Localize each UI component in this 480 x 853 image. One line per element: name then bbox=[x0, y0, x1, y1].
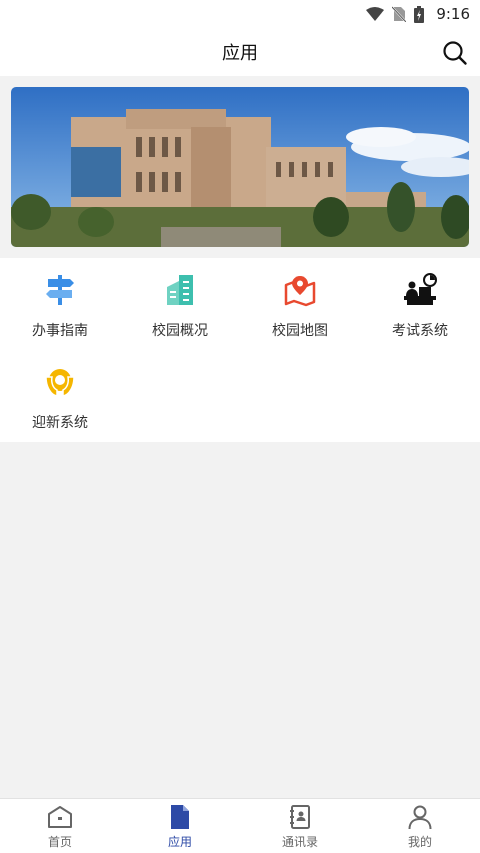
bottom-tab-bar: 首页 应用 通讯录 我的 bbox=[0, 798, 480, 853]
building-icon bbox=[167, 275, 193, 305]
exam-desk-icon bbox=[404, 273, 437, 305]
search-icon[interactable] bbox=[442, 40, 468, 66]
document-icon bbox=[171, 805, 189, 829]
status-time: 9:16 bbox=[436, 5, 470, 23]
tab-label: 应用 bbox=[167, 835, 192, 849]
tab-label: 通讯录 bbox=[281, 835, 318, 849]
tab-contacts[interactable]: 通讯录 bbox=[240, 799, 360, 853]
tab-home[interactable]: 首页 bbox=[0, 799, 120, 853]
welcome-hands-icon bbox=[45, 369, 75, 397]
tab-label: 首页 bbox=[47, 835, 72, 849]
tab-apps[interactable]: 应用 bbox=[120, 799, 240, 853]
app-label: 校园概况 bbox=[152, 323, 208, 339]
app-label: 校园地图 bbox=[272, 323, 328, 339]
app-item-campus-overview[interactable]: 校园概况 bbox=[120, 258, 240, 348]
contacts-book-icon bbox=[290, 805, 310, 829]
page-title: 应用 bbox=[222, 43, 258, 64]
campus-banner-image[interactable] bbox=[11, 87, 469, 247]
app-label: 考试系统 bbox=[392, 323, 448, 339]
map-pin-icon bbox=[284, 276, 316, 307]
home-icon bbox=[48, 806, 72, 828]
app-label: 迎新系统 bbox=[32, 415, 88, 431]
tab-label: 我的 bbox=[407, 835, 432, 849]
app-label: 办事指南 bbox=[32, 323, 88, 339]
battery-charging-icon bbox=[414, 5, 425, 23]
app-item-guide[interactable]: 办事指南 bbox=[0, 258, 120, 348]
app-bar: 应用 bbox=[0, 28, 480, 76]
app-grid: 办事指南 校园概况 校园地图 考试系统 迎新系统 bbox=[0, 258, 480, 442]
no-sim-icon bbox=[392, 6, 407, 22]
app-item-exam-system[interactable]: 考试系统 bbox=[360, 258, 480, 348]
wifi-icon bbox=[366, 7, 385, 21]
banner-container bbox=[0, 76, 480, 258]
signpost-icon bbox=[46, 275, 74, 305]
app-item-welcome-system[interactable]: 迎新系统 bbox=[0, 350, 120, 440]
status-bar: 9:16 bbox=[0, 0, 480, 28]
user-icon bbox=[408, 805, 432, 830]
app-item-campus-map[interactable]: 校园地图 bbox=[240, 258, 360, 348]
tab-profile[interactable]: 我的 bbox=[360, 799, 480, 853]
